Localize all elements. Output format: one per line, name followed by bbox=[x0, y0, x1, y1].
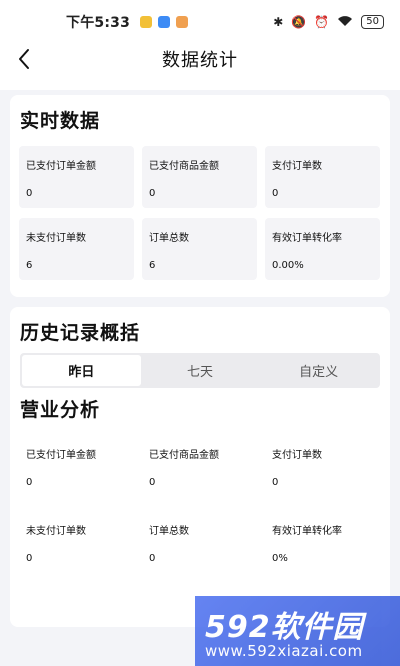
watermark-logo: 592软件园 www.592xiazai.com bbox=[195, 596, 400, 666]
realtime-grid: 已支付订单金额 0 已支付商品金额 0 支付订单数 0 未支付订单数 6 订单总… bbox=[19, 146, 381, 280]
tab-custom[interactable]: 自定义 bbox=[259, 355, 378, 386]
alarm-icon: ⏰ bbox=[314, 15, 330, 29]
stat-tile[interactable]: 订单总数 0 bbox=[142, 511, 257, 575]
status-bar: 下午5:33 ✱ 🔕 ⏰ 50 bbox=[0, 0, 400, 44]
business-analysis-title: 营业分析 bbox=[20, 399, 101, 421]
nav-spacer bbox=[0, 74, 400, 90]
stat-tile[interactable]: 已支付商品金额 0 bbox=[142, 146, 257, 208]
stat-value: 6 bbox=[149, 260, 156, 271]
browser-notification-icon bbox=[158, 16, 171, 28]
stat-value: 6 bbox=[26, 260, 33, 271]
watermark-url: www.592xiazai.com bbox=[205, 642, 363, 660]
status-time: 下午5:33 bbox=[66, 15, 131, 31]
stat-tile[interactable]: 未支付订单数 6 bbox=[19, 218, 134, 280]
chat-notification-icon bbox=[176, 16, 189, 28]
stat-tile[interactable]: 已支付订单金额 0 bbox=[19, 435, 134, 499]
back-button[interactable] bbox=[12, 44, 36, 74]
stat-tile[interactable]: 有效订单转化率 0.00% bbox=[265, 218, 380, 280]
stat-tile[interactable]: 支付订单数 0 bbox=[265, 146, 380, 208]
stat-label: 支付订单数 bbox=[272, 450, 322, 461]
period-tabs: 昨日 七天 自定义 bbox=[20, 353, 380, 388]
stat-value: 0 bbox=[149, 553, 156, 564]
watermark-brand: 592软件园 bbox=[205, 610, 364, 645]
stat-label: 已支付商品金额 bbox=[149, 161, 219, 172]
stat-label: 未支付订单数 bbox=[26, 233, 86, 244]
app-notification-icon bbox=[140, 16, 153, 28]
stat-label: 已支付商品金额 bbox=[149, 450, 219, 461]
history-card: 历史记录概括 昨日 七天 自定义 营业分析 已支付订单金额 0 已支付商品金额 … bbox=[10, 307, 390, 627]
stat-value: 0 bbox=[26, 188, 33, 199]
nav-bar: 数据统计 bbox=[0, 44, 400, 74]
notification-icons bbox=[140, 16, 189, 28]
stat-label: 已支付订单金额 bbox=[26, 161, 96, 172]
stat-tile[interactable]: 支付订单数 0 bbox=[265, 435, 380, 499]
stat-value: 0 bbox=[149, 188, 156, 199]
tab-seven-days[interactable]: 七天 bbox=[141, 355, 260, 386]
chevron-left-icon bbox=[19, 49, 29, 69]
stat-value: 0% bbox=[272, 553, 288, 564]
stat-value: 0 bbox=[272, 188, 279, 199]
realtime-card: 实时数据 已支付订单金额 0 已支付商品金额 0 支付订单数 0 未支付订单数 … bbox=[10, 95, 390, 297]
stat-tile[interactable]: 未支付订单数 0 bbox=[19, 511, 134, 575]
mute-bell-icon: 🔕 bbox=[291, 15, 307, 29]
stat-tile[interactable]: 已支付订单金额 0 bbox=[19, 146, 134, 208]
stat-tile[interactable]: 已支付商品金额 0 bbox=[142, 435, 257, 499]
stat-value: 0 bbox=[272, 477, 279, 488]
status-indicators: ✱ 🔕 ⏰ 50 bbox=[273, 15, 384, 30]
stat-label: 有效订单转化率 bbox=[272, 526, 342, 537]
stat-value: 0 bbox=[26, 553, 33, 564]
stat-label: 支付订单数 bbox=[272, 161, 322, 172]
stat-tile[interactable]: 订单总数 6 bbox=[142, 218, 257, 280]
wifi-icon bbox=[337, 15, 353, 30]
history-title: 历史记录概括 bbox=[20, 322, 141, 344]
bluetooth-icon: ✱ bbox=[273, 15, 284, 29]
stat-label: 已支付订单金额 bbox=[26, 450, 96, 461]
stat-label: 有效订单转化率 bbox=[272, 233, 342, 244]
stat-value: 0 bbox=[26, 477, 33, 488]
stat-tile[interactable]: 有效订单转化率 0% bbox=[265, 511, 380, 575]
stat-label: 订单总数 bbox=[149, 233, 189, 244]
page-title: 数据统计 bbox=[162, 50, 238, 71]
realtime-title: 实时数据 bbox=[20, 110, 101, 132]
stat-label: 订单总数 bbox=[149, 526, 189, 537]
stat-value: 0 bbox=[149, 477, 156, 488]
stat-value: 0.00% bbox=[272, 260, 304, 271]
battery-indicator: 50 bbox=[361, 15, 384, 29]
history-grid: 已支付订单金额 0 已支付商品金额 0 支付订单数 0 未支付订单数 0 订单总… bbox=[19, 435, 381, 575]
stat-label: 未支付订单数 bbox=[26, 526, 86, 537]
tab-yesterday[interactable]: 昨日 bbox=[22, 355, 141, 386]
